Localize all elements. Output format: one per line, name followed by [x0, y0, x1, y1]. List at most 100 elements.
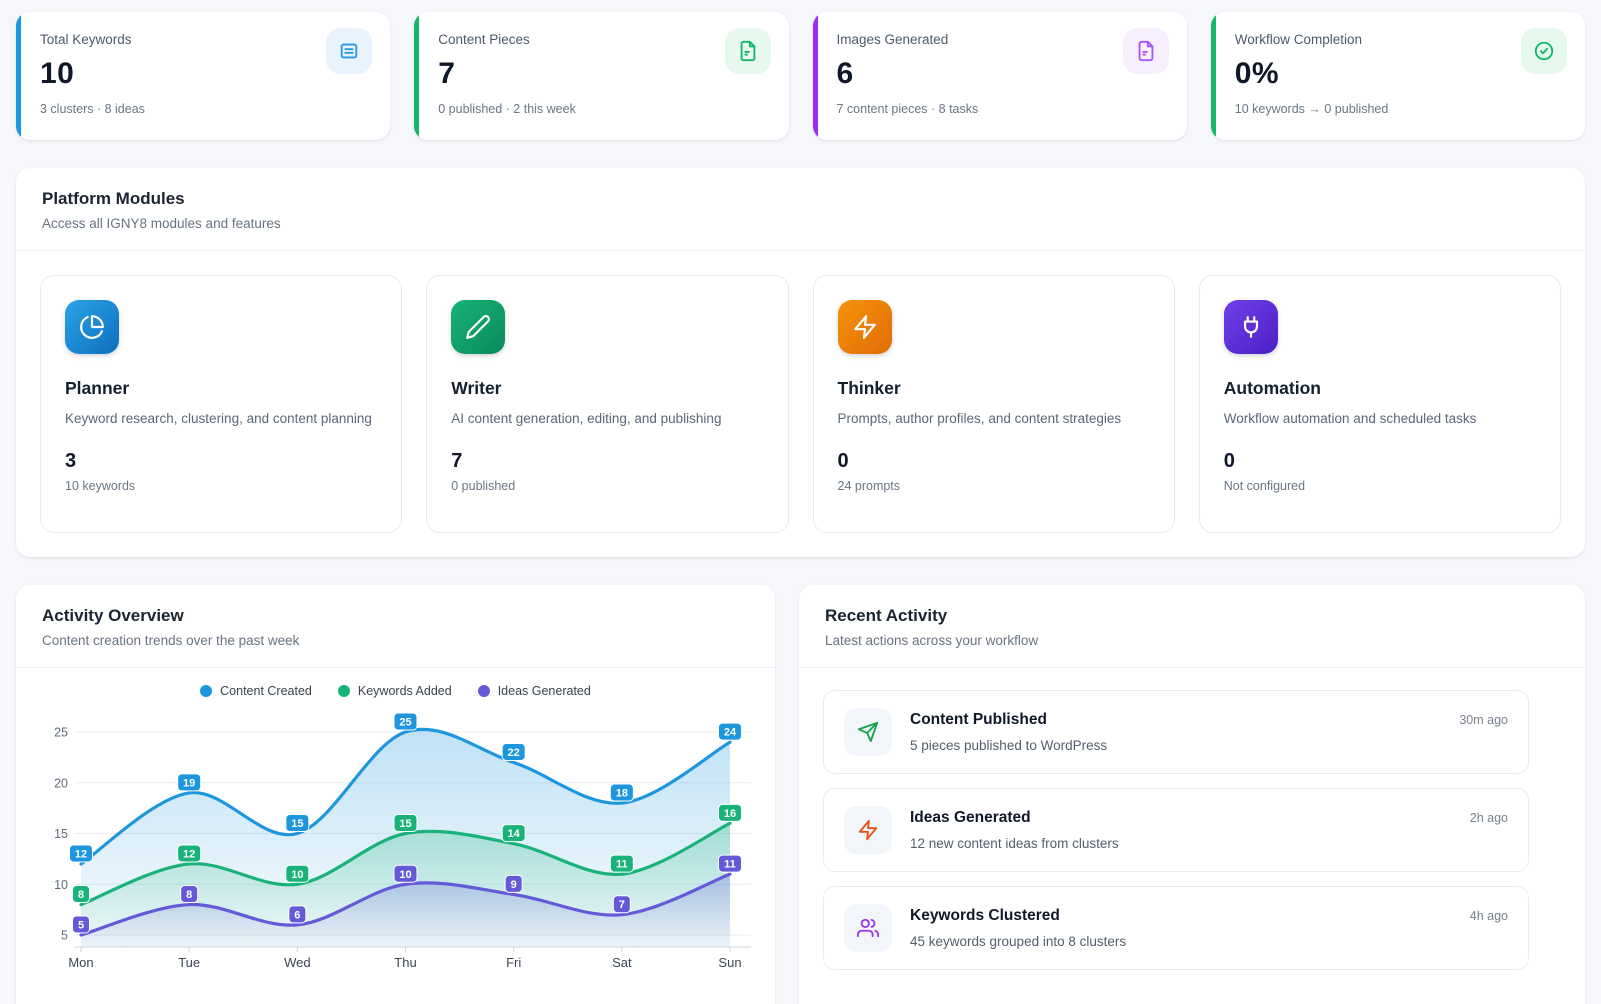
svg-text:19: 19 — [183, 777, 195, 789]
activity-item-ideas-generated[interactable]: Ideas Generated 2h ago 12 new content id… — [823, 788, 1529, 872]
activity-overview-panel: Activity Overview Content creation trend… — [16, 585, 775, 1004]
panel-title: Activity Overview — [42, 606, 749, 626]
dashboard-page: Total Keywords 10 3 clusters · 8 ideas C… — [0, 0, 1601, 1004]
stat-label: Content Pieces — [438, 32, 766, 47]
stat-value: 7 — [438, 59, 766, 89]
stat-subtext: 0 published · 2 this week — [438, 102, 766, 116]
panel-title: Platform Modules — [42, 189, 1559, 209]
recent-activity-list: Content Published 30m ago 5 pieces publi… — [799, 668, 1585, 992]
plug-icon — [1224, 300, 1278, 354]
svg-text:9: 9 — [511, 879, 517, 891]
stat-card-workflow-completion[interactable]: Workflow Completion 0% 10 keywords → 0 p… — [1211, 12, 1585, 140]
list-icon — [326, 28, 372, 74]
svg-text:14: 14 — [508, 828, 521, 840]
module-name: Thinker — [838, 378, 1150, 399]
activity-item-keywords-clustered[interactable]: Keywords Clustered 4h ago 45 keywords gr… — [823, 886, 1529, 970]
svg-text:Wed: Wed — [284, 955, 311, 970]
svg-text:22: 22 — [508, 747, 520, 759]
stat-value: 10 — [40, 59, 368, 89]
legend-label: Ideas Generated — [498, 684, 591, 698]
svg-text:Fri: Fri — [506, 955, 521, 970]
zap-icon — [838, 300, 892, 354]
stat-value: 0% — [1235, 59, 1563, 89]
legend-dot — [338, 685, 350, 697]
svg-text:25: 25 — [54, 726, 68, 740]
module-stat-value: 0 — [838, 450, 1150, 473]
legend-item-keywords-added[interactable]: Keywords Added — [338, 684, 452, 698]
stat-label: Images Generated — [837, 32, 1165, 47]
activity-title: Keywords Clustered — [910, 907, 1060, 925]
module-description: Keyword research, clustering, and conten… — [65, 409, 377, 430]
file-text-icon — [725, 28, 771, 74]
stats-row: Total Keywords 10 3 clusters · 8 ideas C… — [16, 12, 1585, 140]
svg-text:Mon: Mon — [68, 955, 93, 970]
svg-text:15: 15 — [399, 818, 411, 830]
activity-time: 2h ago — [1470, 811, 1508, 825]
recent-activity-header: Recent Activity Latest actions across yo… — [799, 585, 1585, 668]
module-card-planner[interactable]: Planner Keyword research, clustering, an… — [40, 275, 402, 533]
svg-text:Tue: Tue — [178, 955, 200, 970]
activity-item-content-published[interactable]: Content Published 30m ago 5 pieces publi… — [823, 690, 1529, 774]
stat-subtext: 7 content pieces · 8 tasks — [837, 102, 1165, 116]
legend-item-content-created[interactable]: Content Created — [200, 684, 312, 698]
module-stat-label: 24 prompts — [838, 479, 1150, 493]
modules-grid: Planner Keyword research, clustering, an… — [16, 251, 1585, 557]
pie-chart-icon — [65, 300, 119, 354]
legend-dot — [478, 685, 490, 697]
module-stat-label: Not configured — [1224, 479, 1536, 493]
legend-dot — [200, 685, 212, 697]
module-card-writer[interactable]: Writer AI content generation, editing, a… — [426, 275, 788, 533]
svg-text:10: 10 — [291, 869, 303, 881]
recent-activity-panel: Recent Activity Latest actions across yo… — [799, 585, 1585, 1004]
users-icon — [844, 904, 892, 952]
activity-description: 5 pieces published to WordPress — [910, 738, 1508, 753]
activity-description: 12 new content ideas from clusters — [910, 836, 1508, 851]
stat-card-content-pieces[interactable]: Content Pieces 7 0 published · 2 this we… — [414, 12, 788, 140]
platform-modules-panel: Platform Modules Access all IGNY8 module… — [16, 168, 1585, 557]
legend-label: Keywords Added — [358, 684, 452, 698]
panel-subtitle: Latest actions across your workflow — [825, 633, 1559, 648]
svg-text:Thu: Thu — [394, 955, 416, 970]
panel-subtitle: Content creation trends over the past we… — [42, 633, 749, 648]
file-text-icon — [1123, 28, 1169, 74]
svg-text:15: 15 — [54, 827, 68, 841]
activity-title: Ideas Generated — [910, 809, 1031, 827]
stat-label: Workflow Completion — [1235, 32, 1563, 47]
module-stat-value: 3 — [65, 450, 377, 473]
platform-modules-header: Platform Modules Access all IGNY8 module… — [16, 168, 1585, 251]
module-card-thinker[interactable]: Thinker Prompts, author profiles, and co… — [813, 275, 1175, 533]
svg-text:16: 16 — [724, 808, 736, 820]
panel-title: Recent Activity — [825, 606, 1559, 626]
module-stat-value: 7 — [451, 450, 763, 473]
svg-text:5: 5 — [61, 929, 68, 943]
svg-text:5: 5 — [78, 920, 84, 932]
activity-time: 30m ago — [1459, 713, 1508, 727]
stat-subtext: 10 keywords → 0 published — [1235, 102, 1563, 116]
svg-text:18: 18 — [616, 788, 628, 800]
svg-text:Sun: Sun — [718, 955, 741, 970]
stat-value: 6 — [837, 59, 1165, 89]
stat-card-images-generated[interactable]: Images Generated 6 7 content pieces · 8 … — [813, 12, 1187, 140]
activity-overview-header: Activity Overview Content creation trend… — [16, 585, 775, 668]
module-card-automation[interactable]: Automation Workflow automation and sched… — [1199, 275, 1561, 533]
svg-text:8: 8 — [186, 889, 192, 901]
svg-text:8: 8 — [78, 889, 84, 901]
activity-title: Content Published — [910, 711, 1047, 729]
activity-description: 45 keywords grouped into 8 clusters — [910, 934, 1508, 949]
svg-text:11: 11 — [616, 859, 628, 871]
activity-time: 4h ago — [1470, 909, 1508, 923]
stat-card-total-keywords[interactable]: Total Keywords 10 3 clusters · 8 ideas — [16, 12, 390, 140]
activity-trend-chart: 510152025MonTueWedThuFriSatSun1219152522… — [40, 706, 751, 988]
svg-text:12: 12 — [75, 848, 87, 860]
stat-label: Total Keywords — [40, 32, 368, 47]
panel-subtitle: Access all IGNY8 modules and features — [42, 216, 1559, 231]
legend-item-ideas-generated[interactable]: Ideas Generated — [478, 684, 591, 698]
module-name: Planner — [65, 378, 377, 399]
module-stat-label: 0 published — [451, 479, 763, 493]
svg-text:Sat: Sat — [612, 955, 632, 970]
chart-legend: Content Created Keywords Added Ideas Gen… — [16, 684, 775, 698]
svg-text:12: 12 — [183, 848, 195, 860]
svg-text:10: 10 — [399, 869, 411, 881]
module-stat-label: 10 keywords — [65, 479, 377, 493]
svg-text:24: 24 — [724, 727, 737, 739]
